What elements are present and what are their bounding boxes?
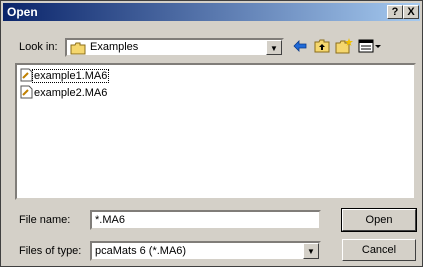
file-type-value: pcaMats 6 (*.MA6): [95, 245, 187, 257]
cancel-button[interactable]: Cancel: [342, 239, 416, 261]
document-icon: [20, 68, 33, 85]
file-name: example2.MA6: [34, 87, 108, 99]
file-type-select[interactable]: pcaMats 6 (*.MA6) ▼: [90, 241, 321, 261]
look-in-select[interactable]: Examples ▼: [65, 38, 284, 57]
file-item[interactable]: example2.MA6: [20, 85, 108, 102]
back-button[interactable]: [290, 38, 310, 56]
file-type-label: Files of type:: [19, 245, 82, 257]
document-icon: [20, 85, 33, 102]
close-button[interactable]: X: [403, 5, 419, 19]
file-item[interactable]: example1.MA6: [20, 68, 110, 85]
look-in-value: Examples: [90, 41, 139, 53]
up-one-level-button[interactable]: [312, 38, 332, 56]
chevron-down-icon[interactable]: ▼: [266, 40, 282, 55]
file-name-label: File name:: [19, 214, 71, 226]
new-folder-button[interactable]: [334, 37, 354, 57]
file-list[interactable]: example1.MA6 example2.MA6: [15, 63, 416, 200]
file-name-field[interactable]: *.MA6: [90, 210, 321, 230]
window-title: Open: [7, 5, 38, 19]
file-name: example1.MA6: [31, 69, 110, 83]
view-menu-icon: [358, 39, 382, 56]
title-bar[interactable]: Open ? X: [3, 3, 420, 21]
chevron-down-icon[interactable]: ▼: [303, 243, 319, 259]
look-in-label: Look in:: [19, 41, 58, 53]
view-menu-button[interactable]: [357, 38, 383, 56]
back-arrow-icon: [293, 39, 307, 55]
open-dialog: Open ? X Look in: Examples ▼ example1.MA…: [0, 0, 423, 267]
folder-icon: [70, 42, 86, 58]
open-button[interactable]: Open: [341, 208, 417, 232]
up-folder-icon: [314, 39, 330, 56]
help-button[interactable]: ?: [387, 5, 403, 19]
new-folder-icon: [335, 37, 353, 57]
